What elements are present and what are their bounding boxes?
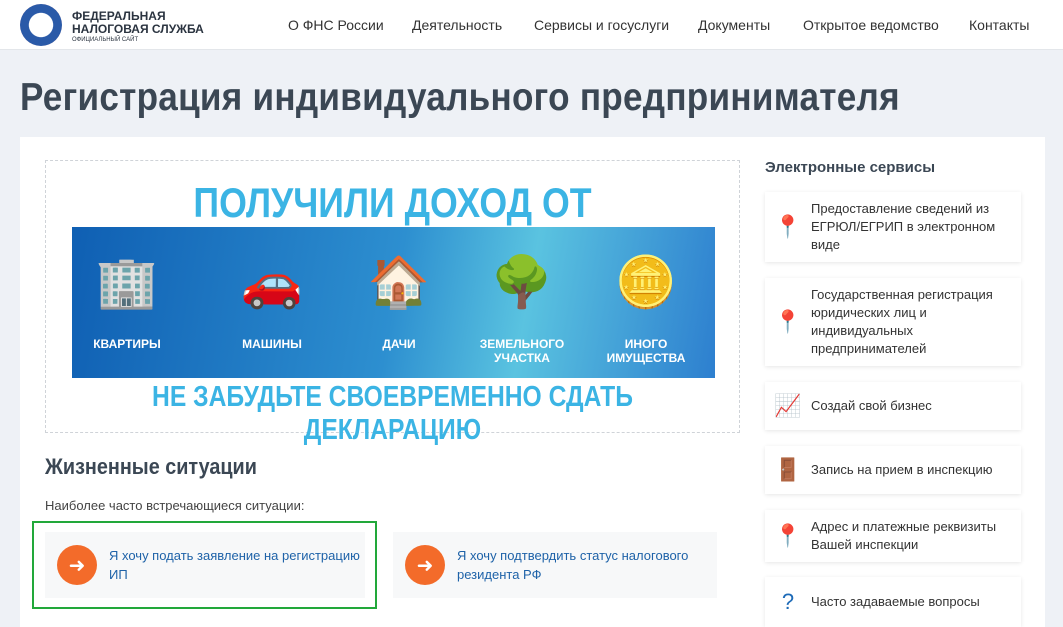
service-egrul[interactable]: 📍 Предоставление сведений из ЕГРЮЛ/ЕГРИП … — [765, 192, 1021, 262]
service-appointment[interactable]: 🚪 Запись на прием в инспекцию — [765, 446, 1021, 494]
service-label: Адрес и платежные реквизиты Вашей инспек… — [811, 519, 997, 552]
nav-about[interactable]: О ФНС России — [288, 17, 384, 33]
map-pin-icon: 📍 — [774, 309, 802, 334]
fns-logo[interactable] — [20, 4, 62, 46]
growth-chart-icon: 📈 — [774, 393, 802, 418]
nav-contacts[interactable]: Контакты — [969, 17, 1029, 33]
door-enter-icon: 🚪 — [774, 457, 802, 482]
arrow-right-icon: ➜ — [405, 545, 445, 585]
nav-documents[interactable]: Документы — [698, 17, 770, 33]
service-registration[interactable]: 📍 Государственная регистрация юридических… — [765, 278, 1021, 366]
question-icon: ? — [781, 589, 795, 614]
life-situations-title: Жизненные ситуации — [45, 454, 257, 479]
banner-item: МАШИНЫ — [242, 337, 302, 351]
coins-icon: 🪙 — [614, 254, 678, 310]
service-business[interactable]: 📈 Создай свой бизнес — [765, 382, 1021, 430]
nav-open-agency[interactable]: Открытое ведомство — [803, 17, 939, 33]
nav-activity[interactable]: Деятельность — [412, 17, 502, 33]
banner-footer: НЕ ЗАБУДЬТЕ СВОЕВРЕМЕННО СДАТЬ ДЕКЛАРАЦИ… — [152, 381, 633, 446]
promo-banner[interactable]: ПОЛУЧИЛИ ДОХОД ОТ ПРОДАЖИ! 🏢 КВАРТИРЫ 🚗 … — [45, 160, 740, 446]
map-pin-icon: 📍 — [774, 214, 802, 239]
service-faq[interactable]: ? Часто задаваемые вопросы — [765, 577, 1021, 627]
banner-item: КВАРТИРЫ — [93, 337, 161, 351]
life-situations-subtitle: Наиболее часто встречающиеся ситуации: — [45, 498, 305, 513]
banner-blue-panel: 🏢 КВАРТИРЫ 🚗 МАШИНЫ 🏠 ДАЧИ 🌳 ЗЕМЕЛЬНОГО … — [72, 227, 715, 378]
highlight-box — [32, 521, 377, 609]
brand-sub: ОФИЦИАЛЬНЫЙ САЙТ — [72, 37, 139, 43]
header: ФЕДЕРАЛЬНАЯ НАЛОГОВАЯ СЛУЖБА ОФИЦИАЛЬНЫЙ… — [0, 0, 1063, 50]
scroll-strip — [1045, 50, 1063, 621]
service-label: Запись на прием в инспекцию — [811, 462, 993, 477]
banner-item: ДАЧИ — [382, 337, 416, 351]
house-icon: 🏠 — [367, 254, 431, 310]
brand[interactable]: ФЕДЕРАЛЬНАЯ НАЛОГОВАЯ СЛУЖБА ОФИЦИАЛЬНЫЙ… — [72, 10, 204, 45]
banner-item: ЗЕМЕЛЬНОГО УЧАСТКА — [479, 337, 565, 365]
page-title: Регистрация индивидуального предпринимат… — [20, 76, 900, 119]
banner-item: ИНОГО ИМУЩЕСТВА — [606, 337, 686, 365]
buildings-icon: 🏢 — [95, 254, 159, 310]
service-label: Предоставление сведений из ЕГРЮЛ/ЕГРИП в… — [811, 201, 996, 252]
land-icon: 🌳 — [490, 254, 554, 310]
brand-line2: НАЛОГОВАЯ СЛУЖБА — [72, 22, 204, 36]
service-label: Создай свой бизнес — [811, 398, 932, 413]
service-label: Часто задаваемые вопросы — [811, 594, 980, 609]
nav-services[interactable]: Сервисы и госуслуги — [534, 17, 669, 33]
service-label: Государственная регистрация юридических … — [811, 287, 993, 356]
situation-tax-resident[interactable]: ➜ Я хочу подтвердить статус налогового р… — [393, 532, 717, 598]
services-title: Электронные сервисы — [765, 159, 936, 176]
situation-label: Я хочу подтвердить статус налогового рез… — [457, 548, 689, 582]
map-pin-icon: 📍 — [774, 523, 802, 548]
car-icon: 🚗 — [240, 254, 304, 310]
service-address[interactable]: 📍 Адрес и платежные реквизиты Вашей инспе… — [765, 510, 1021, 562]
